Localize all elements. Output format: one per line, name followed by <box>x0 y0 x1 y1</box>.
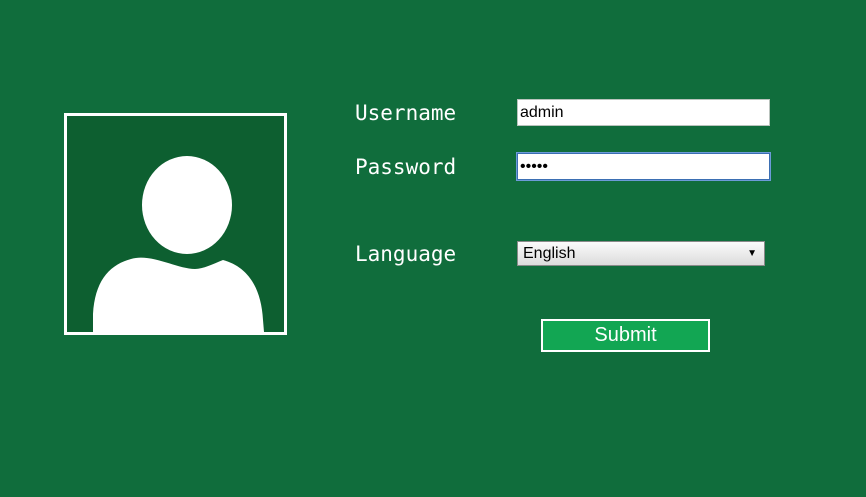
user-silhouette-icon <box>67 116 284 332</box>
username-label: Username <box>355 101 457 125</box>
password-input[interactable] <box>517 153 770 180</box>
avatar-frame <box>64 113 287 335</box>
password-label: Password <box>355 155 457 179</box>
login-page: Username Password Language English ▼ Sub… <box>0 0 866 497</box>
language-selected-value: English <box>523 245 576 262</box>
language-select[interactable]: English ▼ <box>517 241 765 266</box>
dropdown-arrow-icon: ▼ <box>747 248 757 259</box>
language-label: Language <box>355 242 457 266</box>
submit-button[interactable]: Submit <box>541 319 710 352</box>
username-input[interactable] <box>517 99 770 126</box>
